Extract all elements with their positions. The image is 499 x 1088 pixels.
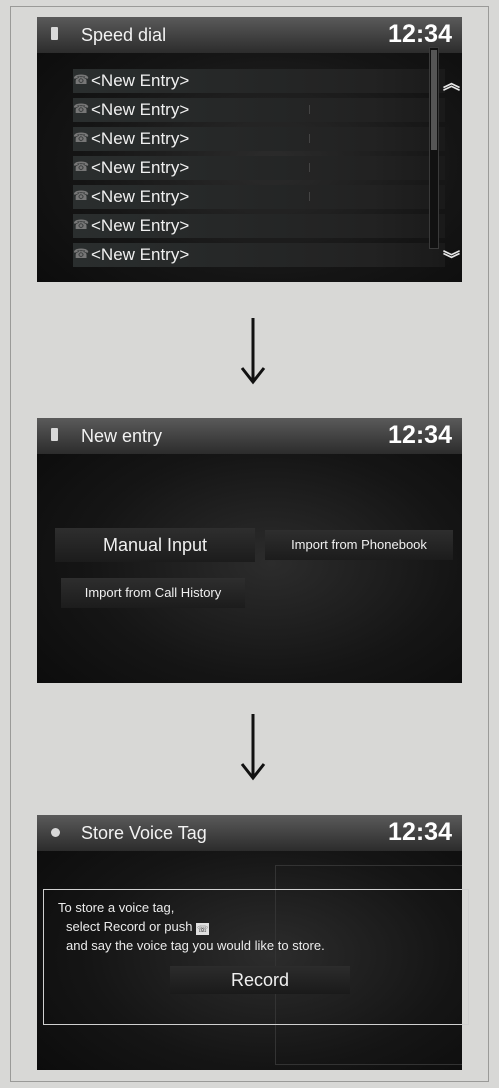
handset-icon: ☎: [73, 72, 90, 87]
phone-icon: [51, 428, 58, 441]
speed-dial-entry[interactable]: ☎ <New Entry>: [73, 98, 445, 122]
scroll-thumb[interactable]: [431, 50, 437, 150]
clock: 12:34: [388, 818, 452, 846]
screen-title: Store Voice Tag: [81, 823, 207, 843]
title-bar: Store Voice Tag 12:34: [37, 815, 462, 851]
speed-dial-entry[interactable]: ☎ <New Entry>: [73, 185, 445, 209]
record-button[interactable]: Record: [170, 966, 350, 994]
handset-icon: ☎: [73, 130, 90, 145]
handset-icon: ☎: [73, 101, 90, 116]
entry-label: <New Entry>: [91, 71, 190, 90]
entry-label: <New Entry>: [91, 187, 190, 206]
screen-title: Speed dial: [81, 25, 167, 45]
clock: 12:34: [388, 421, 452, 449]
entry-label: <New Entry>: [91, 216, 190, 235]
title-bar: Speed dial 12:34: [37, 17, 462, 53]
dialog-line-1: To store a voice tag,: [58, 900, 175, 915]
scroll-down-icon[interactable]: ︾: [443, 245, 460, 270]
dialog-line-3: and say the voice tag you would like to …: [66, 938, 325, 953]
voice-tag-dialog: To store a voice tag, select Record or p…: [43, 889, 469, 1025]
title-bar: New entry 12:34: [37, 418, 462, 454]
handset-icon: ☎: [73, 159, 90, 174]
scroll-up-icon[interactable]: ︽: [443, 69, 460, 94]
handset-icon: ☎: [73, 188, 90, 203]
handset-icon: ☎: [73, 217, 90, 232]
speed-dial-entry[interactable]: ☎ <New Entry>: [73, 69, 445, 93]
manual-input-button[interactable]: Manual Input: [55, 528, 255, 562]
speed-dial-entry[interactable]: ☎ <New Entry>: [73, 243, 445, 267]
clock: 12:34: [388, 20, 452, 48]
speed-dial-entry[interactable]: ☎ <New Entry>: [73, 127, 445, 151]
import-call-history-button[interactable]: Import from Call History: [61, 578, 245, 608]
entry-label: <New Entry>: [91, 100, 190, 119]
phone-icon: [51, 828, 60, 837]
down-arrow-icon: [240, 714, 266, 781]
entry-label: <New Entry>: [91, 245, 190, 264]
entry-label: <New Entry>: [91, 158, 190, 177]
entry-label: <New Entry>: [91, 129, 190, 148]
import-phonebook-button[interactable]: Import from Phonebook: [265, 530, 453, 560]
talk-button-icon: ☏: [196, 923, 210, 935]
screen-title: New entry: [81, 426, 163, 446]
scrollbar[interactable]: [429, 47, 439, 249]
handset-icon: ☎: [73, 246, 90, 261]
phone-icon: [51, 27, 58, 40]
dialog-line-2: select Record or push ☏: [66, 919, 210, 935]
new-entry-screen: New entry 12:34 Manual Input Import from…: [37, 418, 462, 683]
speed-dial-entry[interactable]: ☎ <New Entry>: [73, 214, 445, 238]
speed-dial-entry[interactable]: ☎ <New Entry>: [73, 156, 445, 180]
speed-dial-screen: Speed dial 12:34 ☎ <New Entry> ☎ <New En…: [37, 17, 462, 282]
down-arrow-icon: [240, 318, 266, 385]
